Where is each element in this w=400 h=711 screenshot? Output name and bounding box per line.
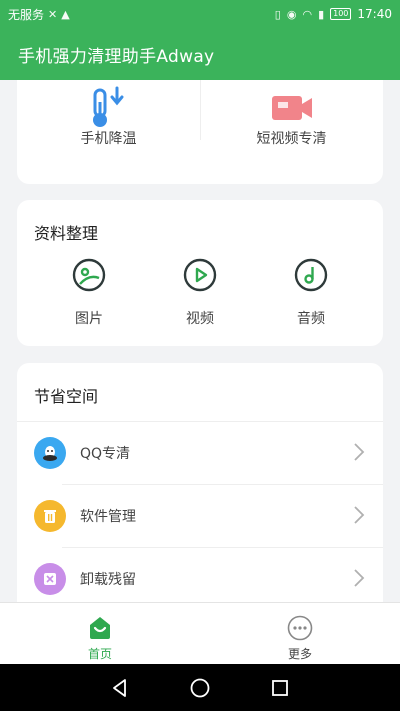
tools-card: 手机降温 短视频专清 xyxy=(17,80,383,184)
more-icon xyxy=(287,615,313,641)
media-item-images[interactable]: 图片 xyxy=(59,258,119,328)
bottom-nav: 首页 更多 xyxy=(0,602,400,664)
status-bar: 无服务 ✕ ▲ ▯ ◉ ◠ ▮ 100 17:40 xyxy=(0,0,400,28)
tool-short-video-clean[interactable]: 短视频专清 xyxy=(200,80,383,184)
media-item-audio[interactable]: 音频 xyxy=(281,258,341,328)
system-nav-bar xyxy=(0,664,400,711)
battery-icon: 100 xyxy=(330,8,352,20)
list-item-uninstall-residue[interactable]: 卸载残留 xyxy=(17,548,383,602)
media-label: 视频 xyxy=(186,311,214,327)
tool-label: 短视频专清 xyxy=(256,131,327,147)
wifi-icon: ◠ xyxy=(302,7,313,21)
no-sim-icon: ✕ xyxy=(48,7,58,21)
chevron-right-icon xyxy=(354,506,365,524)
row-label: QQ专清 xyxy=(80,446,131,462)
home-icon xyxy=(90,617,110,639)
chevron-right-icon xyxy=(354,569,365,587)
back-icon[interactable] xyxy=(109,677,131,699)
main-content[interactable]: 手机降温 短视频专清 资料整理 图片 视频 音频 节省空间 QQ专清 软件管理 … xyxy=(0,80,400,602)
music-icon xyxy=(294,258,328,292)
sim-icon: ▮ xyxy=(318,7,325,21)
clock: 17:40 xyxy=(357,7,392,21)
vibrate-icon: ▯ xyxy=(274,7,281,21)
row-label: 软件管理 xyxy=(80,509,136,525)
thermometer-icon xyxy=(92,86,123,127)
save-space-card: 节省空间 QQ专清 软件管理 卸载残留 xyxy=(17,363,383,602)
section-title: 节省空间 xyxy=(34,387,99,406)
carrier-label: 无服务 xyxy=(8,7,45,22)
qq-icon xyxy=(34,437,66,469)
media-label: 图片 xyxy=(75,311,103,327)
tool-label: 手机降温 xyxy=(80,131,137,147)
data-organize-card: 资料整理 图片 视频 音频 xyxy=(17,200,383,346)
play-icon xyxy=(183,258,217,292)
app-bar: 手机强力清理助手Adway xyxy=(0,28,400,80)
app-title: 手机强力清理助手Adway xyxy=(18,46,215,67)
image-icon xyxy=(72,258,106,292)
video-camera-icon xyxy=(271,96,312,120)
nav-home[interactable]: 首页 xyxy=(0,603,200,665)
nav-label: 首页 xyxy=(87,647,112,661)
row-label: 卸载残留 xyxy=(80,572,136,588)
recents-icon[interactable] xyxy=(269,677,291,699)
notification-icon: ▲ xyxy=(61,7,70,21)
list-item-qq-clean[interactable]: QQ专清 xyxy=(17,422,383,484)
trash-icon xyxy=(34,500,66,532)
home-button-icon[interactable] xyxy=(189,677,211,699)
nav-more[interactable]: 更多 xyxy=(200,603,400,665)
uninstall-icon xyxy=(34,563,66,595)
eye-icon: ◉ xyxy=(286,7,297,21)
chevron-right-icon xyxy=(354,443,365,461)
media-item-videos[interactable]: 视频 xyxy=(170,258,230,328)
tool-phone-cooling[interactable]: 手机降温 xyxy=(17,80,200,184)
nav-label: 更多 xyxy=(287,647,312,661)
section-title: 资料整理 xyxy=(34,224,99,243)
media-label: 音频 xyxy=(297,311,325,327)
list-item-app-manage[interactable]: 软件管理 xyxy=(17,485,383,547)
